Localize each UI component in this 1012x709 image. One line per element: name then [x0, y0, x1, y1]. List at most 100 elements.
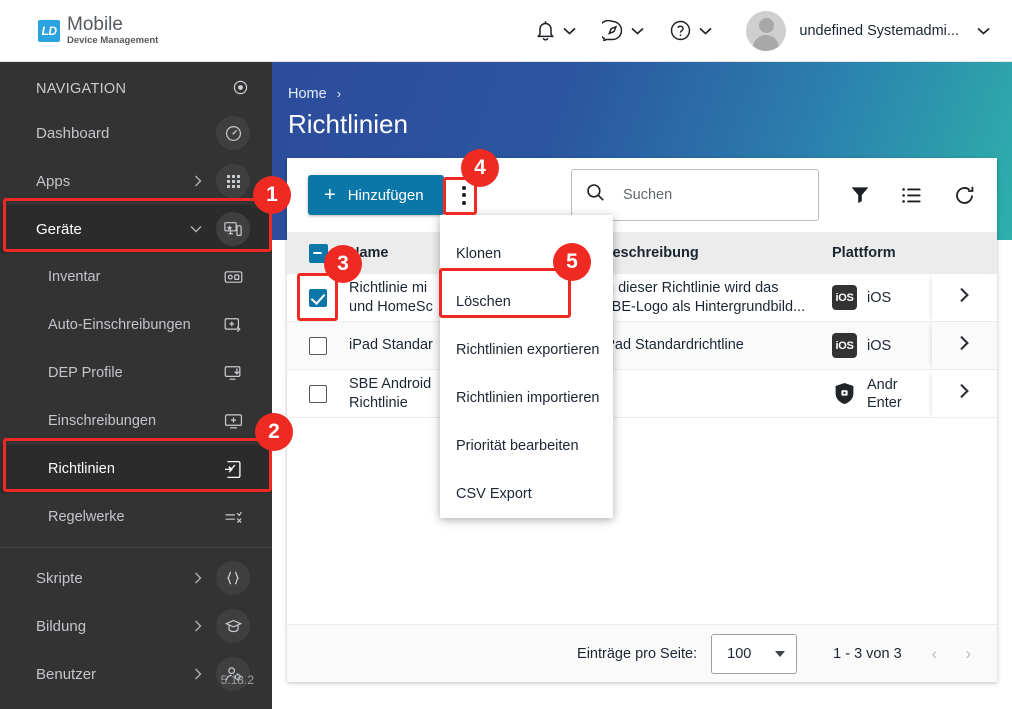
chevron-right-icon	[194, 175, 202, 187]
cell-description-line1: iPad Standardrichtline	[602, 337, 744, 353]
row-actions-column	[932, 232, 997, 418]
kebab-dot	[461, 185, 466, 190]
menu-item-export[interactable]: Richtlinien exportieren	[440, 326, 613, 374]
sidebar-item-bildung[interactable]: Bildung	[0, 602, 272, 650]
sidebar: NAVIGATION Dashboard Apps Geräte Inventa…	[0, 62, 272, 709]
per-page-value: 100	[727, 645, 752, 662]
filter-icon[interactable]	[845, 180, 875, 210]
breadcrumb-home[interactable]: Home	[288, 86, 327, 102]
row-detail-button[interactable]	[932, 322, 997, 370]
chevron-down-icon	[563, 27, 576, 35]
cell-description-line2: SBE-Logo als Hintergrundbild...	[602, 298, 806, 315]
sidebar-item-label: Skripte	[36, 569, 83, 587]
sidebar-item-geraete[interactable]: Geräte	[0, 205, 272, 253]
policies-table: Name Beschreibung Plattform Richtlinie m…	[287, 232, 997, 418]
menu-item-loeschen[interactable]: Löschen	[440, 278, 613, 326]
search-box[interactable]	[571, 169, 819, 221]
refresh-icon[interactable]	[949, 180, 979, 210]
column-header-plattform[interactable]: Plattform	[832, 244, 932, 262]
sidebar-item-apps[interactable]: Apps	[0, 157, 272, 205]
menu-top-padding	[440, 215, 613, 230]
list-view-icon[interactable]	[897, 180, 927, 210]
cell-platform-label: Andr Enter	[867, 376, 902, 412]
enrollment-icon	[216, 404, 250, 438]
collapse-toggle-icon[interactable]	[233, 80, 248, 99]
search-input[interactable]	[623, 187, 804, 203]
row-detail-button[interactable]	[932, 370, 997, 418]
column-header-beschreibung[interactable]: Beschreibung	[602, 244, 832, 263]
sidebar-heading: NAVIGATION	[0, 69, 272, 109]
ios-badge-icon: iOS	[832, 333, 857, 358]
card-toolbar: + Hinzufügen	[287, 158, 997, 232]
sidebar-item-regelwerke[interactable]: Regelwerke	[0, 493, 272, 541]
menu-item-csv-export[interactable]: CSV Export	[440, 470, 613, 518]
android-enterprise-icon	[832, 381, 857, 406]
sidebar-item-label: Bildung	[36, 617, 87, 635]
sidebar-item-label: Apps	[36, 172, 71, 190]
sidebar-item-skripte[interactable]: Skripte	[0, 554, 272, 602]
sidebar-item-label: Inventar	[48, 269, 101, 285]
sidebar-item-label: Geräte	[36, 220, 82, 238]
help-menu[interactable]	[670, 20, 712, 41]
table-row[interactable]: Richtlinie mi und HomeSc In dieser Richt…	[287, 274, 997, 322]
pagination-range: 1 - 3 von 3	[833, 645, 902, 662]
chevron-right-icon	[959, 335, 970, 356]
chevron-right-icon	[194, 668, 202, 680]
row-checkbox[interactable]	[309, 384, 327, 403]
notifications-menu[interactable]	[536, 20, 576, 42]
inventory-icon	[216, 260, 250, 294]
menu-item-import[interactable]: Richtlinien importieren	[440, 374, 613, 422]
table-row[interactable]: SBE Android Richtlinie Andr Enter	[287, 370, 997, 418]
user-menu[interactable]: undefined Systemadmi...	[746, 10, 990, 51]
app-root: LD Mobile Device Management undefined Sy…	[0, 0, 1012, 709]
chevron-down-icon	[190, 225, 202, 233]
sidebar-item-einschreibungen[interactable]: Einschreibungen	[0, 397, 272, 445]
sidebar-item-dep-profile[interactable]: DEP Profile	[0, 349, 272, 397]
menu-item-priority[interactable]: Priorität bearbeiten	[440, 422, 613, 470]
row-select-cell	[287, 336, 349, 355]
policies-icon	[216, 452, 250, 486]
next-page-button[interactable]: ›	[965, 644, 971, 664]
sidebar-divider	[0, 547, 272, 548]
chevron-right-icon	[959, 383, 970, 404]
cell-platform-label: iOS	[867, 289, 892, 306]
step-badge-1: 1	[253, 176, 291, 214]
search-icon	[586, 183, 605, 207]
rulesets-icon	[216, 500, 250, 534]
table-row[interactable]: iPad Standar iPad Standardrichtline iOS …	[287, 322, 997, 370]
sidebar-item-richtlinien[interactable]: Richtlinien	[0, 445, 272, 493]
plus-icon: +	[324, 184, 336, 206]
add-button-label: Hinzufügen	[347, 186, 424, 204]
sidebar-item-label: Regelwerke	[48, 509, 125, 525]
user-name: undefined Systemadmi...	[799, 22, 959, 39]
sidebar-item-auto-einschreibungen[interactable]: Auto-Einschreibungen	[0, 301, 272, 349]
sidebar-item-label: Benutzer	[36, 665, 97, 683]
per-page-select[interactable]: 100	[711, 633, 798, 674]
previous-page-button[interactable]: ‹	[932, 644, 938, 664]
sidebar-item-inventar[interactable]: Inventar	[0, 253, 272, 301]
row-checkbox[interactable]	[309, 288, 327, 307]
kebab-dot	[461, 200, 466, 205]
bell-icon	[536, 20, 555, 42]
chevron-down-icon	[977, 27, 990, 35]
add-button[interactable]: + Hinzufügen	[308, 175, 444, 215]
avatar	[746, 10, 787, 51]
question-circle-icon	[670, 20, 691, 41]
chevron-down-icon	[775, 650, 786, 657]
compass-chat-icon	[602, 20, 623, 41]
sidebar-item-dashboard[interactable]: Dashboard	[0, 109, 272, 157]
row-detail-button[interactable]	[932, 274, 997, 322]
app-version: 5.18.2	[220, 673, 254, 687]
auto-enrollment-icon	[216, 308, 250, 342]
sidebar-heading-label: NAVIGATION	[36, 81, 127, 97]
devices-icon	[216, 212, 250, 246]
per-page-label: Einträge pro Seite:	[577, 645, 698, 662]
cell-description: In dieser Richtlinie wird das SBE-Logo a…	[602, 279, 832, 317]
row-checkbox[interactable]	[309, 336, 327, 355]
cell-description: iPad Standardrichtline	[602, 336, 832, 355]
ios-badge-icon: iOS	[832, 285, 857, 310]
cell-platform-line1: Andr	[867, 376, 898, 393]
app-logo[interactable]: LD Mobile Device Management	[38, 15, 158, 46]
feedback-menu[interactable]	[602, 20, 644, 41]
chevron-right-icon	[959, 287, 970, 308]
